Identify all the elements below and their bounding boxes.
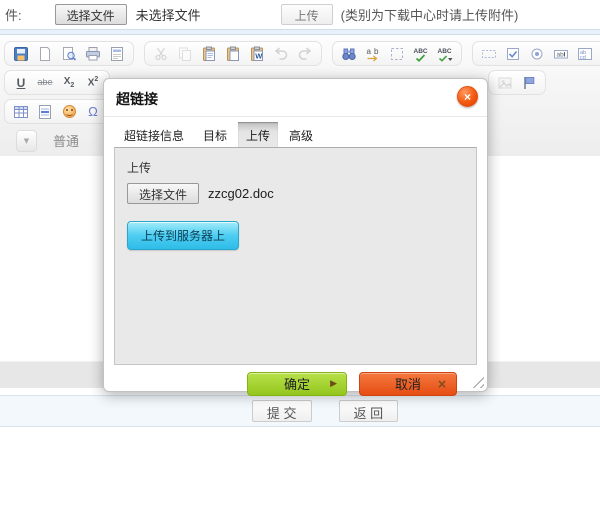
toolbar-row-1: WabABCABCababcd [4,39,596,68]
superscript-icon[interactable]: X2 [85,75,101,91]
dialog-footer: 确定 ▶ 取消 × [104,365,487,402]
no-file-selected-text: 未选择文件 [136,5,201,24]
table-icon[interactable] [13,104,29,120]
ok-button-label: 确定 [284,377,310,392]
tab-link-info[interactable]: 超链接信息 [116,122,192,147]
undo-icon[interactable] [273,46,289,62]
spell-check-menu-icon[interactable]: ABC [437,46,453,62]
close-icon[interactable]: × [457,86,478,107]
find-icon[interactable] [341,46,357,62]
paste-from-word-icon[interactable]: W [249,46,265,62]
svg-text:a: a [367,47,372,56]
print-icon[interactable] [85,46,101,62]
tab-target[interactable]: 目标 [195,122,235,147]
upload-panel: 上传 选择文件 zzcg02.doc 上传到服务器上 [114,147,477,365]
svg-text:cd: cd [580,55,586,61]
spell-check-icon[interactable]: ABC [413,46,429,62]
save-icon[interactable] [13,46,29,62]
svg-text:ABC: ABC [414,48,428,55]
toolbar-group [4,41,134,66]
file-row: 选择文件 zzcg02.doc [127,183,464,204]
svg-text:b: b [374,47,379,56]
special-char-icon[interactable]: Ω [85,104,101,120]
upload-button[interactable]: 上传 [281,4,333,25]
toolbar-group: Uabe X2 X2 [4,70,110,95]
radio-button-icon[interactable] [529,46,545,62]
cancel-button-label: 取消 [395,377,421,392]
attachment-bar: 件: 选择文件 未选择文件 上传 (类别为下载中心时请上传附件) [0,0,600,29]
dialog-choose-file-button[interactable]: 选择文件 [127,183,199,204]
page: 件: 选择文件 未选择文件 上传 (类别为下载中心时请上传附件) Wab ABC A… [0,0,600,427]
toolbar-group: ab abcd [472,41,600,66]
upload-to-server-button[interactable]: 上传到服务器上 [127,221,239,250]
upload-hint-text: (类别为下载中心时请上传附件) [341,5,519,24]
cut-icon[interactable] [153,46,169,62]
horizontal-rule-icon[interactable] [37,104,53,120]
back-button[interactable]: 返 回 [339,400,399,422]
image-icon[interactable] [497,75,513,91]
paste-plain-text-icon[interactable] [225,46,241,62]
ok-arrow-icon: ▶ [330,379,337,389]
new-page-icon[interactable] [37,46,53,62]
svg-text:W: W [255,51,263,60]
dialog-header: 超链接 × [104,79,487,117]
selected-file-name: zzcg02.doc [208,186,274,201]
hyperlink-dialog: 超链接 × 超链接信息 目标 上传 高级 上传 选择文件 zzcg02.doc … [103,78,488,392]
subscript-icon[interactable]: X2 [61,75,77,91]
dialog-title: 超链接 [116,91,158,107]
copy-icon[interactable] [177,46,193,62]
toolbar-group [488,70,546,95]
templates-icon[interactable] [109,46,125,62]
choose-file-button[interactable]: 选择文件 [55,4,127,25]
underline-icon[interactable]: U [13,75,29,91]
tab-advanced[interactable]: 高级 [281,122,321,147]
format-combo-value[interactable]: 普通 [53,131,79,150]
text-field-icon[interactable]: ab [553,46,569,62]
paste-icon[interactable] [201,46,217,62]
toolbar-group: W [144,41,322,66]
strikethrough-icon[interactable]: abe [37,75,53,91]
chevron-down-icon: ▼ [24,137,29,145]
redo-icon[interactable] [297,46,313,62]
svg-text:ABC: ABC [438,48,452,55]
toolbar-group: ab ABC ABC [332,41,462,66]
cancel-button[interactable]: 取消 × [359,372,457,396]
tab-upload[interactable]: 上传 [238,122,278,147]
replace-icon[interactable]: ab [365,46,381,62]
attachment-label: 件: [5,5,22,24]
flag-icon[interactable] [521,75,537,91]
dialog-tabs: 超链接信息 目标 上传 高级 [116,122,487,147]
smiley-icon[interactable] [61,104,77,120]
checkbox-icon[interactable] [505,46,521,62]
textarea-icon[interactable]: abcd [577,46,593,62]
submit-button[interactable]: 提 交 [252,400,312,422]
ok-button[interactable]: 确定 ▶ [247,372,347,396]
preview-icon[interactable] [61,46,77,62]
hidden-field-icon[interactable] [481,46,497,62]
cancel-x-icon: × [437,377,447,391]
upload-section-label: 上传 [127,159,464,176]
style-combo-button[interactable]: ▼ [16,130,37,152]
select-all-icon[interactable] [389,46,405,62]
svg-text:ab: ab [557,51,565,58]
